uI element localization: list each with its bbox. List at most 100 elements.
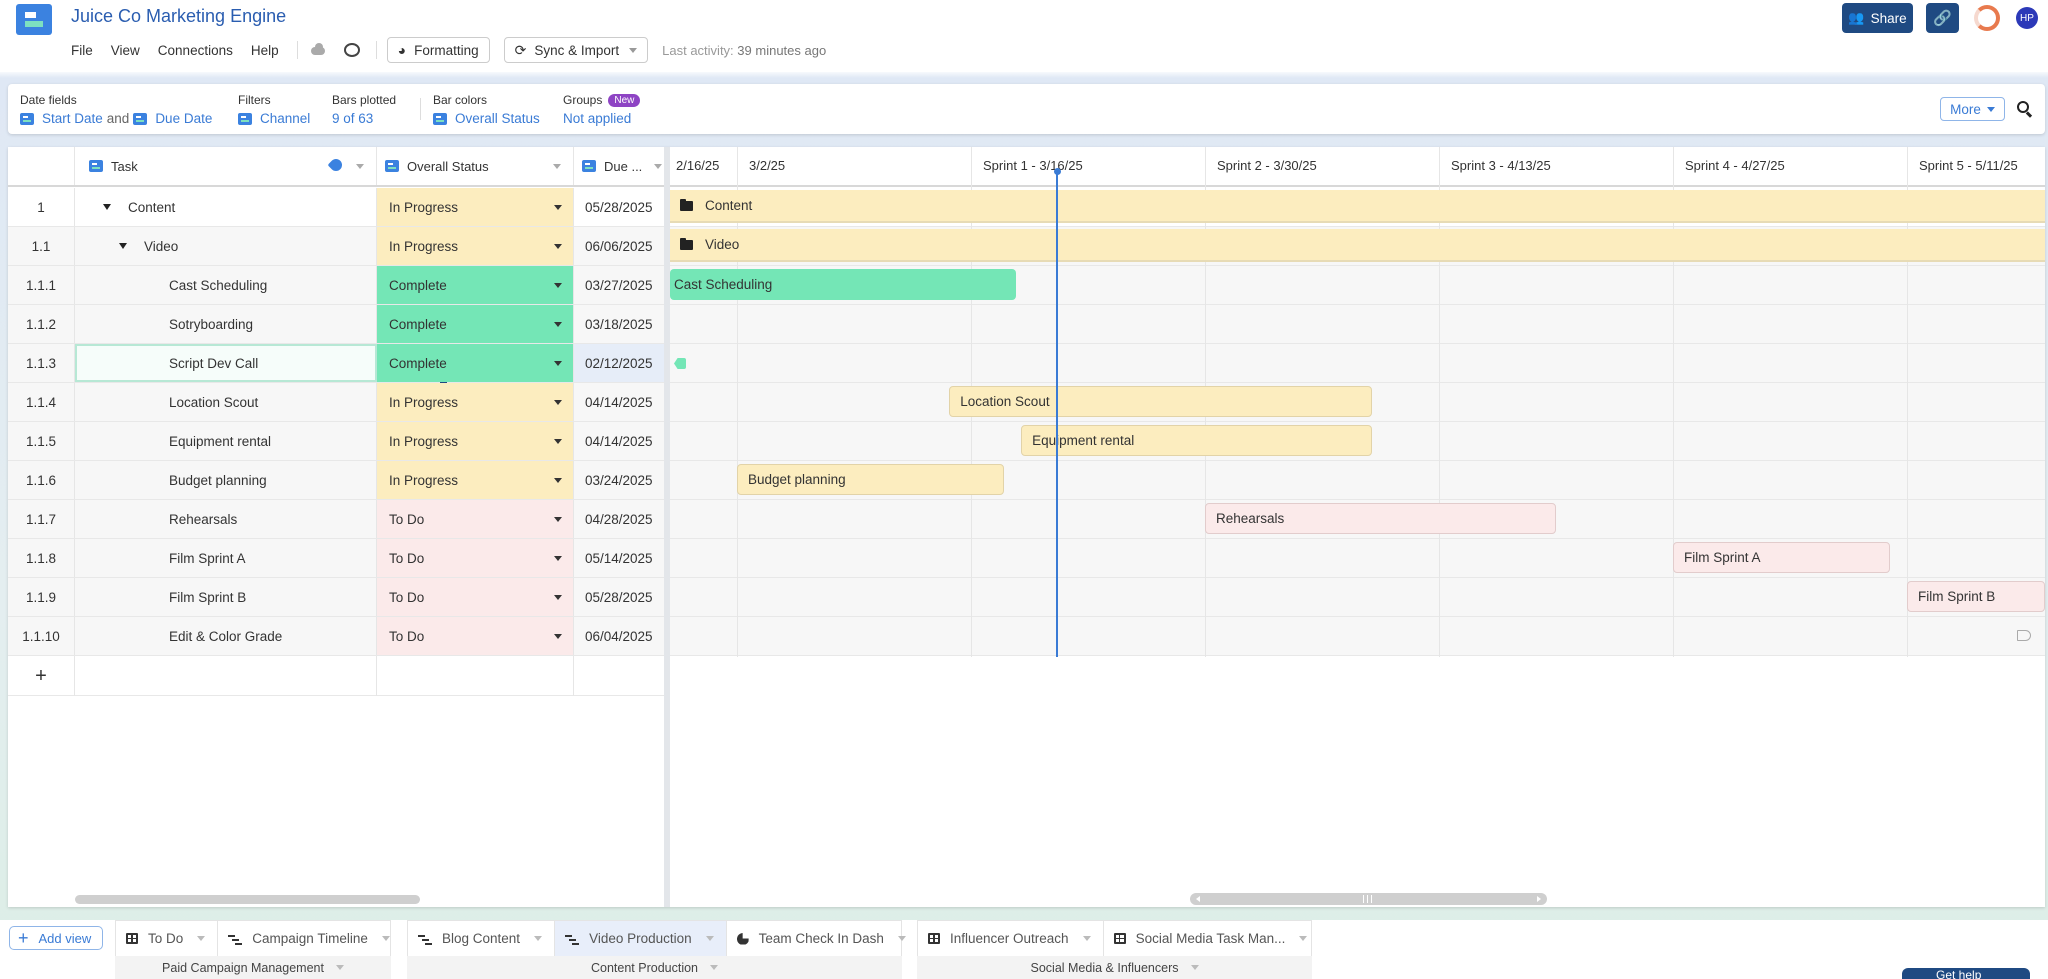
chevron-down-icon[interactable]	[654, 164, 662, 169]
task-cell[interactable]: Edit & Color Grade	[75, 617, 377, 655]
view-tab[interactable]: Campaign Timeline	[218, 921, 402, 956]
task-bar[interactable]: Film Sprint A	[1673, 542, 1891, 573]
start-date-field[interactable]: Start Date	[42, 111, 103, 126]
status-dropdown[interactable]: To Do	[377, 617, 574, 655]
table-row[interactable]: 1.1.4 Location Scout In Progress 04/14/2025	[8, 383, 664, 422]
task-bar[interactable]: Film Sprint B	[1907, 581, 2045, 612]
summary-bar[interactable]: Content	[670, 190, 2045, 223]
progress-ring-icon[interactable]	[1974, 5, 2000, 31]
empty-cell[interactable]	[75, 656, 377, 696]
due-date-cell[interactable]: 03/27/2025	[574, 266, 664, 304]
task-cell[interactable]: Sotryboarding	[75, 305, 377, 343]
due-date-cell[interactable]: 06/04/2025	[574, 617, 664, 655]
task-column-header[interactable]: Task	[75, 147, 377, 185]
due-date-cell[interactable]: 05/28/2025	[574, 578, 664, 616]
bar-colors-value[interactable]: Overall Status	[433, 111, 540, 126]
comment-icon[interactable]	[343, 43, 360, 57]
chevron-down-icon[interactable]	[897, 936, 906, 941]
filter-channel[interactable]: Channel	[260, 111, 310, 126]
get-help-button[interactable]: Get help	[1902, 968, 2030, 979]
filters-value[interactable]: Channel	[238, 111, 310, 126]
app-title[interactable]: Juice Co Marketing Engine	[71, 6, 286, 27]
table-row[interactable]: 1.1 Video In Progress 06/06/2025	[8, 227, 664, 266]
view-tab[interactable]: Team Check In Dash	[727, 921, 918, 956]
bars-plotted-value[interactable]: 9 of 63	[332, 111, 396, 126]
summary-bar[interactable]: Video	[670, 229, 2045, 262]
copy-link-button[interactable]: 🔗	[1926, 3, 1959, 33]
status-dropdown[interactable]: In Progress	[377, 188, 574, 226]
due-column-header[interactable]: Due ...	[574, 147, 664, 185]
task-bar[interactable]: Budget planning	[737, 464, 1005, 495]
menu-file[interactable]: File	[71, 43, 93, 58]
due-date-cell[interactable]: 06/06/2025	[574, 227, 664, 265]
view-group-label[interactable]: Paid Campaign Management	[115, 956, 391, 979]
due-date-field[interactable]: Due Date	[155, 111, 212, 126]
scroll-right-icon[interactable]	[1537, 896, 1541, 902]
task-cell[interactable]: Rehearsals	[75, 500, 377, 538]
gantt-horizontal-scrollbar[interactable]	[1190, 893, 1547, 905]
task-bar[interactable]: Cast Scheduling	[670, 269, 1017, 300]
chevron-down-icon[interactable]	[356, 164, 364, 169]
view-tab[interactable]: To Do	[116, 921, 219, 956]
status-dropdown[interactable]: In Progress	[377, 227, 574, 265]
task-bar[interactable]: Rehearsals	[1205, 503, 1556, 534]
due-date-cell[interactable]: 02/12/2025	[574, 344, 664, 382]
empty-cell[interactable]	[377, 656, 574, 696]
status-column-header[interactable]: Overall Status	[377, 147, 574, 185]
bar-colors-field[interactable]: Overall Status	[455, 111, 540, 126]
menu-help[interactable]: Help	[251, 43, 279, 58]
scroll-left-icon[interactable]	[1196, 896, 1200, 902]
task-cell[interactable]: Cast Scheduling	[75, 266, 377, 304]
table-row[interactable]: 1.1.1 Cast Scheduling Complete 03/27/2025	[8, 266, 664, 305]
task-cell[interactable]: Location Scout	[75, 383, 377, 421]
cloud-icon[interactable]	[308, 43, 328, 57]
status-dropdown[interactable]: In Progress	[377, 461, 574, 499]
status-dropdown[interactable]: Complete	[377, 266, 574, 304]
chevron-down-icon[interactable]	[534, 936, 543, 941]
due-date-cell[interactable]: 05/14/2025	[574, 539, 664, 577]
add-view-button[interactable]: + Add view	[9, 926, 103, 950]
chevron-down-icon[interactable]	[705, 936, 714, 941]
status-dropdown[interactable]: In Progress	[377, 422, 574, 460]
menu-view[interactable]: View	[111, 43, 140, 58]
sync-import-button[interactable]: ⟳ Sync & Import	[503, 37, 649, 63]
chevron-down-icon[interactable]	[553, 164, 561, 169]
due-date-cell[interactable]: 05/28/2025	[574, 188, 664, 226]
table-row[interactable]: 1.1.6 Budget planning In Progress 03/24/202…	[8, 461, 664, 500]
table-row[interactable]: 1.1.10 Edit & Color Grade To Do 06/04/2025	[8, 617, 664, 656]
search-icon[interactable]	[2016, 100, 2034, 118]
view-group-label[interactable]: Social Media & Influencers	[917, 956, 1312, 979]
table-row[interactable]: 1 Content In Progress 05/28/2025	[8, 188, 664, 227]
formatting-button[interactable]: ◕ Formatting	[386, 37, 490, 63]
task-cell[interactable]: Content	[75, 188, 377, 226]
table-row[interactable]: 1.1.7 Rehearsals To Do 04/28/2025	[8, 500, 664, 539]
tag-icon[interactable]	[327, 156, 345, 174]
collapse-toggle-icon[interactable]	[103, 204, 111, 210]
table-row[interactable]: 1.1.8 Film Sprint A To Do 05/14/2025	[8, 539, 664, 578]
task-bar[interactable]: Location Scout	[949, 386, 1373, 417]
table-row[interactable]: 1.1.2 Sotryboarding Complete 03/18/2025	[8, 305, 664, 344]
view-tab[interactable]: Video Production	[555, 921, 727, 956]
due-date-cell[interactable]: 03/24/2025	[574, 461, 664, 499]
task-cell[interactable]: Film Sprint A	[75, 539, 377, 577]
chevron-down-icon[interactable]	[1299, 936, 1308, 941]
chevron-down-icon[interactable]	[381, 936, 390, 941]
view-tab[interactable]: Blog Content	[408, 921, 556, 956]
chevron-down-icon[interactable]	[197, 936, 206, 941]
view-group-label[interactable]: Content Production	[407, 956, 902, 979]
status-dropdown[interactable]: Complete	[377, 344, 574, 382]
due-date-cell[interactable]: 04/28/2025	[574, 500, 664, 538]
table-row[interactable]: 1.1.9 Film Sprint B To Do 05/28/2025	[8, 578, 664, 617]
task-cell[interactable]: Film Sprint B	[75, 578, 377, 616]
share-button[interactable]: 👥 Share	[1842, 3, 1913, 33]
status-dropdown[interactable]: To Do	[377, 500, 574, 538]
avatar[interactable]: HP	[2016, 7, 2038, 29]
due-date-cell[interactable]: 04/14/2025	[574, 383, 664, 421]
due-date-cell[interactable]: 03/18/2025	[574, 305, 664, 343]
grid-horizontal-scrollbar[interactable]	[75, 895, 420, 904]
task-bar[interactable]: Equipment rental	[1021, 425, 1373, 456]
view-tab[interactable]: Influencer Outreach	[918, 921, 1104, 956]
app-logo-icon[interactable]	[16, 4, 52, 35]
status-dropdown[interactable]: In Progress	[377, 383, 574, 421]
status-dropdown[interactable]: To Do	[377, 539, 574, 577]
